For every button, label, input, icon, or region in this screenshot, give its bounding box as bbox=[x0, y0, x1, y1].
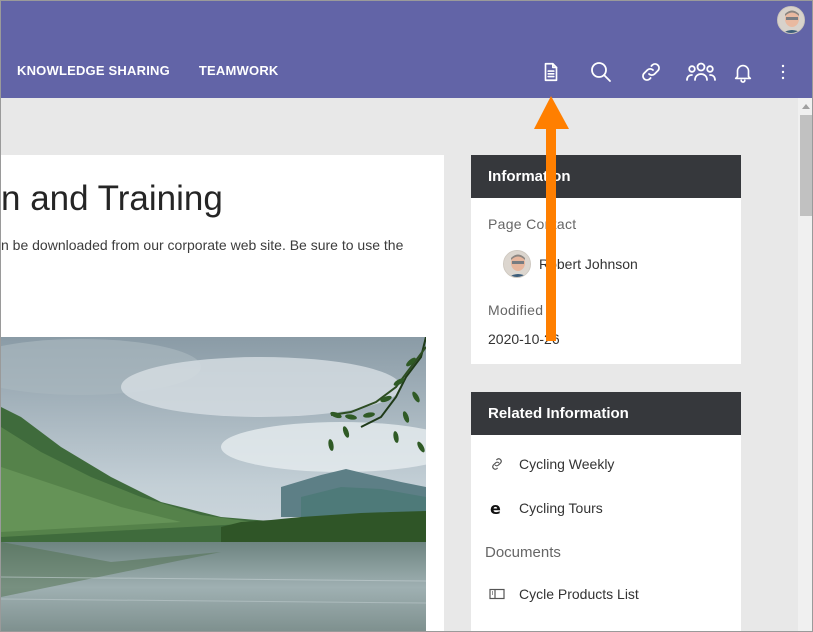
related-link-label: Cycling Tours bbox=[519, 500, 603, 516]
scrollbar-thumb[interactable] bbox=[800, 115, 812, 216]
related-link-cycling-weekly[interactable]: Cycling Weekly bbox=[488, 456, 614, 472]
links-button[interactable] bbox=[636, 59, 666, 89]
search-button[interactable] bbox=[586, 59, 616, 89]
scroll-up-arrow-icon[interactable] bbox=[798, 98, 812, 114]
svg-text:e: e bbox=[490, 500, 501, 516]
page-details-button[interactable] bbox=[536, 59, 566, 89]
document-cycle-products-list[interactable]: Cycle Products List bbox=[488, 586, 639, 602]
information-card: Information Page Contact Robert Johnson … bbox=[471, 155, 741, 364]
document-label: Cycle Products List bbox=[519, 586, 639, 602]
more-options-button[interactable] bbox=[768, 59, 798, 89]
page-body-text: n be downloaded from our corporate web s… bbox=[1, 237, 404, 253]
related-information-card: Related Information Cycling Weekly e Cyc… bbox=[471, 392, 741, 631]
vertical-scrollbar[interactable] bbox=[798, 98, 812, 631]
contact-avatar[interactable] bbox=[503, 250, 531, 278]
notifications-button[interactable] bbox=[728, 59, 758, 89]
people-icon bbox=[686, 60, 716, 89]
information-heading: Information bbox=[471, 155, 741, 198]
related-link-cycling-tours[interactable]: e Cycling Tours bbox=[488, 500, 603, 516]
search-icon bbox=[589, 60, 613, 89]
modified-date: 2020-10-26 bbox=[488, 331, 560, 347]
link-icon bbox=[639, 60, 663, 89]
user-avatar[interactable] bbox=[777, 6, 805, 34]
main-nav: KNOWLEDGE SHARING TEAMWORK bbox=[17, 63, 279, 78]
page-title: n and Training bbox=[1, 179, 223, 218]
related-information-heading: Related Information bbox=[471, 392, 741, 435]
top-navigation-bar: KNOWLEDGE SHARING TEAMWORK bbox=[1, 1, 812, 98]
related-link-label: Cycling Weekly bbox=[519, 456, 615, 472]
edge-browser-icon: e bbox=[488, 500, 506, 516]
documents-label: Documents bbox=[485, 544, 561, 561]
modified-label: Modified bbox=[488, 302, 544, 318]
link-icon bbox=[488, 456, 506, 472]
nav-teamwork[interactable]: TEAMWORK bbox=[199, 63, 279, 78]
people-button[interactable] bbox=[686, 59, 716, 89]
hero-landscape-image bbox=[1, 337, 426, 631]
contact-name-link[interactable]: Robert Johnson bbox=[539, 256, 638, 272]
document-list-icon bbox=[488, 586, 506, 602]
page-details-icon bbox=[540, 61, 562, 88]
app-window: KNOWLEDGE SHARING TEAMWORK n and Trainin… bbox=[0, 0, 813, 632]
nav-knowledge-sharing[interactable]: KNOWLEDGE SHARING bbox=[17, 63, 170, 78]
more-vertical-icon bbox=[771, 60, 795, 89]
bell-icon bbox=[732, 61, 754, 88]
page-contact-label: Page Contact bbox=[488, 216, 577, 232]
